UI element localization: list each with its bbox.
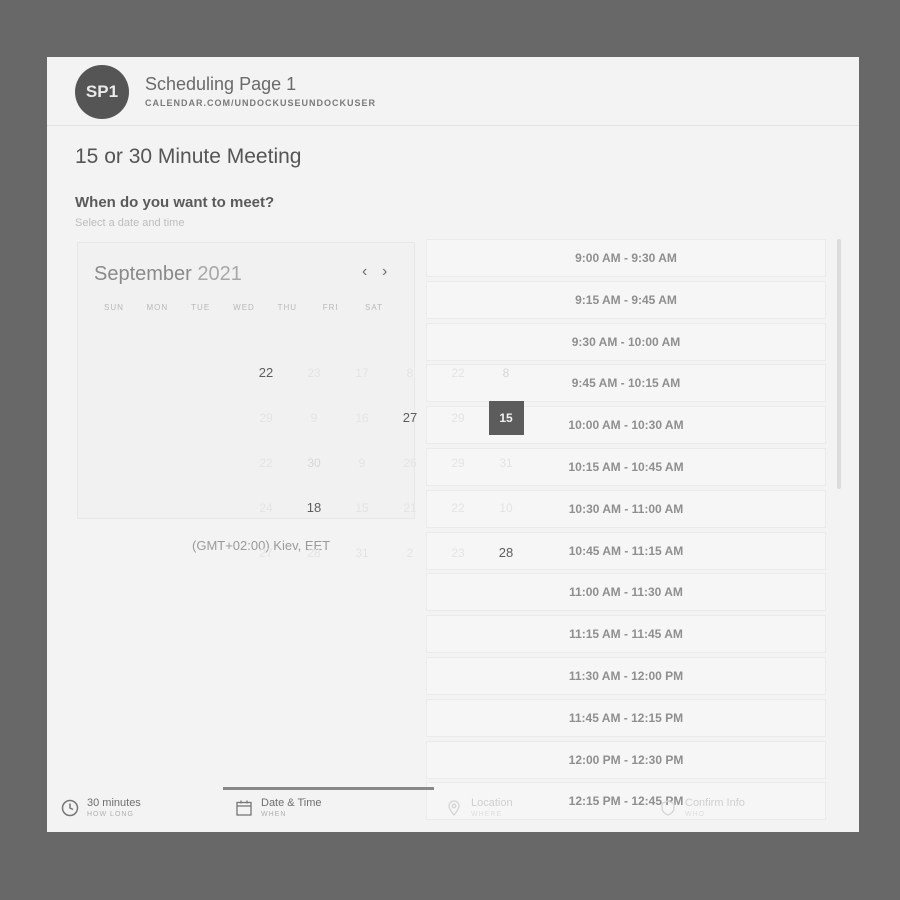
weekday-label: SUN	[104, 303, 124, 312]
step-progress-bar	[223, 787, 434, 790]
calendar-day: 15	[355, 500, 369, 515]
calendar-day: 29	[259, 410, 273, 425]
calendar-day: 30	[307, 455, 321, 470]
weekday-label: THU	[277, 303, 298, 312]
calendar-day-selected[interactable]: 15	[488, 400, 524, 435]
step-date-time-sub: WHEN	[261, 811, 287, 818]
weekday-label: MON	[146, 303, 169, 312]
step-confirm-info-sub: WHO	[685, 811, 706, 818]
time-slot-button[interactable]: 9:15 AM - 9:45 AM	[426, 280, 826, 319]
slot-scrollbar[interactable]	[837, 239, 841, 489]
calendar-day: 22	[451, 500, 465, 515]
calendar-day: 26	[403, 455, 417, 470]
calendar-day: 2	[406, 545, 414, 560]
step-duration-label: 30 minutes	[87, 797, 141, 809]
chevron-right-icon: ›	[382, 263, 388, 280]
step-footer: 30 minutes HOW LONG Date & Time WHEN Loc…	[47, 787, 859, 832]
weekday-header: SUN MON TUE WED THU FRI SAT	[94, 303, 394, 312]
calendar-day: 28	[307, 545, 321, 560]
calendar-day: 22	[259, 455, 273, 470]
calendar-month-label: September 2021	[94, 263, 242, 286]
calendar-day-grid: 22 23 17 8 22 8 29 9 16 27 29 15 22 30 9 26 29 31 24 18 15 21…	[242, 350, 532, 575]
calendar-day[interactable]: 27	[386, 395, 434, 440]
shield-icon	[661, 800, 675, 816]
calendar-day: 23	[307, 365, 321, 380]
step-location-label: Location	[471, 797, 513, 809]
calendar-day: 21	[403, 500, 417, 515]
time-slot-button[interactable]: 11:15 AM - 11:45 AM	[426, 615, 826, 654]
calendar-day: 9	[310, 410, 318, 425]
calendar-day: 10	[499, 500, 513, 515]
time-slot-button[interactable]: 9:00 AM - 9:30 AM	[426, 239, 826, 277]
page-name: Scheduling Page 1	[145, 74, 297, 94]
step-duration-sub: HOW LONG	[87, 811, 134, 818]
calendar-day: 31	[355, 545, 369, 560]
calendar-day: 29	[451, 410, 465, 425]
calendar-day: 31	[499, 455, 513, 470]
calendar-day: 8	[502, 365, 510, 380]
calendar-day: 17	[355, 365, 369, 380]
location-pin-icon	[448, 800, 460, 817]
next-month-button[interactable]: ›	[382, 263, 387, 281]
weekday-label: WED	[233, 303, 255, 312]
time-slot-button[interactable]: 12:00 PM - 12:30 PM	[426, 740, 826, 779]
calendar-icon	[236, 800, 252, 816]
chevron-left-icon: ‹	[362, 263, 368, 280]
calendar-day: 27	[259, 545, 273, 560]
calendar-day: 24	[259, 500, 273, 515]
time-slot-button[interactable]: 11:45 AM - 12:15 PM	[426, 698, 826, 737]
calendar-day: 23	[451, 545, 465, 560]
step-confirm-info-label: Confirm Info	[685, 797, 745, 809]
weekday-label: SAT	[364, 303, 383, 312]
weekday-label: TUE	[191, 303, 211, 312]
calendar-day: 8	[406, 365, 414, 380]
page-header: SP1 Scheduling Page 1 CALENDAR.COM/UNDOC…	[47, 57, 859, 126]
month-name: September	[94, 263, 192, 285]
calendar-day: 16	[355, 410, 369, 425]
weekday-label: FRI	[322, 303, 339, 312]
calendar-day: 29	[451, 455, 465, 470]
calendar-day[interactable]: 22	[242, 350, 290, 395]
step-location[interactable]: Location WHERE	[445, 797, 513, 818]
calendar-day[interactable]: 28	[482, 530, 530, 575]
time-slot-button[interactable]: 11:30 AM - 12:00 PM	[426, 656, 826, 695]
step-duration[interactable]: 30 minutes HOW LONG	[61, 797, 141, 818]
date-prompt: When do you want to meet?	[75, 194, 275, 211]
date-subprompt: Select a date and time	[75, 217, 185, 229]
calendar-day[interactable]: 18	[290, 485, 338, 530]
page-url[interactable]: CALENDAR.COM/UNDOCKUSEUNDOCKUSER	[145, 98, 376, 108]
year-name: 2021	[197, 263, 242, 285]
time-slot-button[interactable]: 11:00 AM - 11:30 AM	[426, 573, 826, 612]
step-date-time-label: Date & Time	[261, 797, 322, 809]
meeting-title: 15 or 30 Minute Meeting	[75, 145, 302, 168]
step-date-time[interactable]: Date & Time WHEN	[235, 797, 322, 818]
calendar-day: 22	[451, 365, 465, 380]
step-location-sub: WHERE	[471, 811, 503, 818]
clock-icon	[61, 799, 79, 817]
step-confirm-info[interactable]: Confirm Info WHO	[659, 797, 745, 818]
calendar-day: 9	[358, 455, 366, 470]
avatar: SP1	[75, 65, 129, 119]
prev-month-button[interactable]: ‹	[362, 263, 367, 281]
